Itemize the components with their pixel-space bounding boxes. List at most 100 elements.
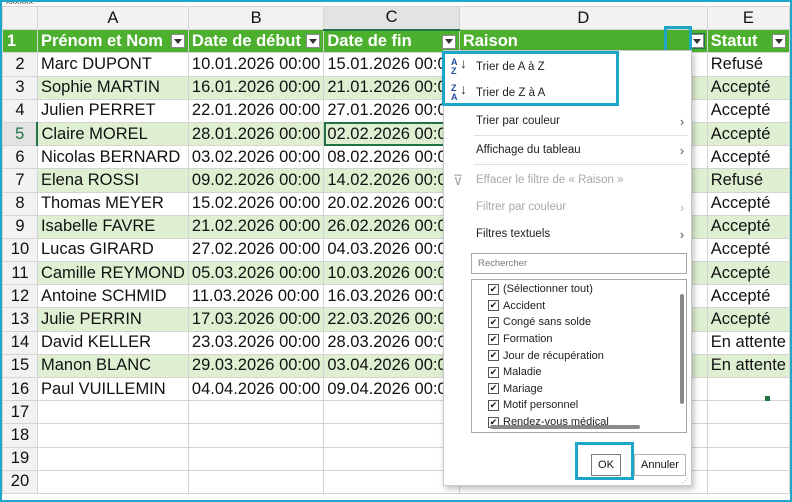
table-cell[interactable]: 27.01.2026 00:00 [323,98,460,123]
table-cell[interactable] [36,469,189,494]
table-cell[interactable]: Julie PERRIN [36,307,189,332]
filter-dropdown-icon[interactable] [441,34,456,49]
table-cell[interactable]: Nicolas BERNARD [36,145,189,170]
table-cell[interactable] [187,423,325,448]
table-cell[interactable]: 21.02.2026 00:00 [187,214,325,239]
table-cell[interactable]: 21.01.2026 00:00 [323,75,460,100]
table-cell[interactable]: Accepté [706,98,790,123]
row-header[interactable]: 5 [2,121,39,147]
filter-dropdown-icon[interactable] [170,34,185,49]
table-cell[interactable]: 04.03.2026 00:00 [323,237,460,263]
table-cell[interactable]: Refusé [706,52,790,77]
row-header[interactable]: 18 [2,423,38,448]
checkbox-icon[interactable]: ✔ [488,283,499,295]
menu-clear-filter[interactable]: ⊽ Effacer le filtre de « Raison » [444,167,691,193]
table-cell[interactable]: Elena ROSSI [36,168,189,193]
table-cell[interactable]: En attente [706,330,790,355]
row-header[interactable]: 7 [2,168,38,193]
table-cell[interactable]: Antoine SCHMID [36,284,189,309]
table-cell[interactable]: Refusé [706,168,790,193]
table-cell[interactable] [706,376,790,402]
table-cell[interactable]: 09.04.2026 00:00 [323,376,460,402]
filter-dropdown-icon[interactable] [772,34,786,49]
table-cell[interactable]: Isabelle FAVRE [36,214,189,239]
row-header[interactable]: 4 [2,98,38,123]
table-cell[interactable]: Paul VUILLEMIN [36,376,189,402]
row-header[interactable]: 13 [2,307,38,332]
row-header[interactable]: 9 [2,214,38,239]
row-header[interactable]: 6 [2,145,38,170]
table-cell[interactable] [323,469,460,494]
table-cell[interactable]: Accepté [706,284,790,309]
table-cell[interactable]: 16.01.2026 00:00 [187,75,325,100]
table-cell[interactable] [187,446,325,471]
table-cell[interactable]: 27.02.2026 00:00 [187,237,325,263]
table-cell[interactable]: Accepté [706,237,790,263]
menu-table-view[interactable]: Affichage du tableau › [444,137,691,163]
table-cell[interactable]: 28.01.2026 00:00 [187,121,325,147]
table-cell[interactable]: 04.04.2026 00:00 [187,376,325,402]
table-cell[interactable] [706,423,790,448]
table-cell[interactable]: 17.03.2026 00:00 [187,307,325,332]
table-cell[interactable]: 10.01.2026 00:00 [187,52,325,77]
table-cell[interactable]: 23.03.2026 00:00 [187,330,325,355]
table-cell[interactable] [706,469,790,494]
row-header[interactable]: 20 [2,469,38,494]
table-cell[interactable]: 15.01.2026 00:00 [323,52,460,77]
table-cell[interactable]: Accepté [706,307,790,332]
table-resize-handle[interactable] [765,396,770,401]
table-cell[interactable]: 05.03.2026 00:00 [187,261,325,286]
filter-list-item[interactable]: ✔ Mariage [472,381,686,398]
column-header-a[interactable]: A [36,5,189,31]
table-header-cell[interactable]: Date de début [187,29,325,54]
table-cell[interactable]: Manon BLANC [36,353,189,379]
table-cell[interactable]: Camille REYMOND [36,261,189,286]
table-cell[interactable]: 15.02.2026 00:00 [187,191,325,216]
table-cell[interactable]: David KELLER [36,330,189,355]
checkbox-icon[interactable]: ✔ [488,383,499,395]
filter-active-icon[interactable] [688,33,705,50]
select-all-corner[interactable] [2,5,38,31]
ok-button[interactable]: OK [591,454,621,476]
table-cell[interactable]: Accepté [706,261,790,286]
table-cell[interactable] [323,446,460,471]
table-cell[interactable]: 28.03.2026 00:00 [323,330,460,355]
row-header[interactable]: 10 [2,237,38,263]
table-cell[interactable] [323,400,460,425]
checkbox-icon[interactable]: ✔ [488,316,499,328]
menu-text-filters[interactable]: Filtres textuels › [444,221,691,247]
table-cell[interactable] [36,446,189,471]
table-cell[interactable]: 29.03.2026 00:00 [187,353,325,379]
table-cell[interactable]: 26.02.2026 00:00 [323,214,460,239]
filter-list-item[interactable]: ✔ Formation [472,331,686,348]
column-header-d[interactable]: D [458,5,708,31]
table-cell[interactable]: Sophie MARTIN [36,75,189,100]
table-cell[interactable] [36,400,189,425]
row-header[interactable]: 19 [2,446,38,471]
table-cell[interactable]: 22.01.2026 00:00 [187,98,325,123]
filter-search-input[interactable]: Rechercher [471,253,687,274]
table-cell[interactable]: 08.02.2026 00:00 [323,145,460,170]
table-cell[interactable]: Accepté [706,145,790,170]
table-cell[interactable]: 20.02.2026 00:00 [323,191,460,216]
row-header[interactable]: 11 [2,261,38,286]
table-cell[interactable]: 03.04.2026 00:00 [323,353,460,379]
filter-list-item[interactable]: ✔ Jour de récupération [472,347,686,364]
row-header[interactable]: 17 [2,400,38,425]
checkbox-icon[interactable]: ✔ [488,399,499,411]
checkbox-icon[interactable]: ✔ [488,333,499,345]
row-header[interactable]: 2 [2,52,38,77]
column-header-b[interactable]: B [187,5,325,31]
resize-grip-icon[interactable]: ⋰ [682,478,690,485]
checkbox-icon[interactable]: ✔ [488,300,499,312]
table-cell[interactable]: 16.03.2026 00:00 [323,284,460,309]
table-cell[interactable]: Accepté [706,121,790,147]
row-header[interactable]: 8 [2,191,38,216]
table-cell[interactable]: En attente [706,353,790,379]
table-cell[interactable] [706,400,790,425]
table-cell[interactable] [706,446,790,471]
table-cell[interactable] [187,400,325,425]
table-cell[interactable]: Thomas MEYER [36,191,189,216]
table-cell[interactable]: 14.02.2026 00:00 [323,168,460,193]
table-cell[interactable]: 03.02.2026 00:00 [187,145,325,170]
